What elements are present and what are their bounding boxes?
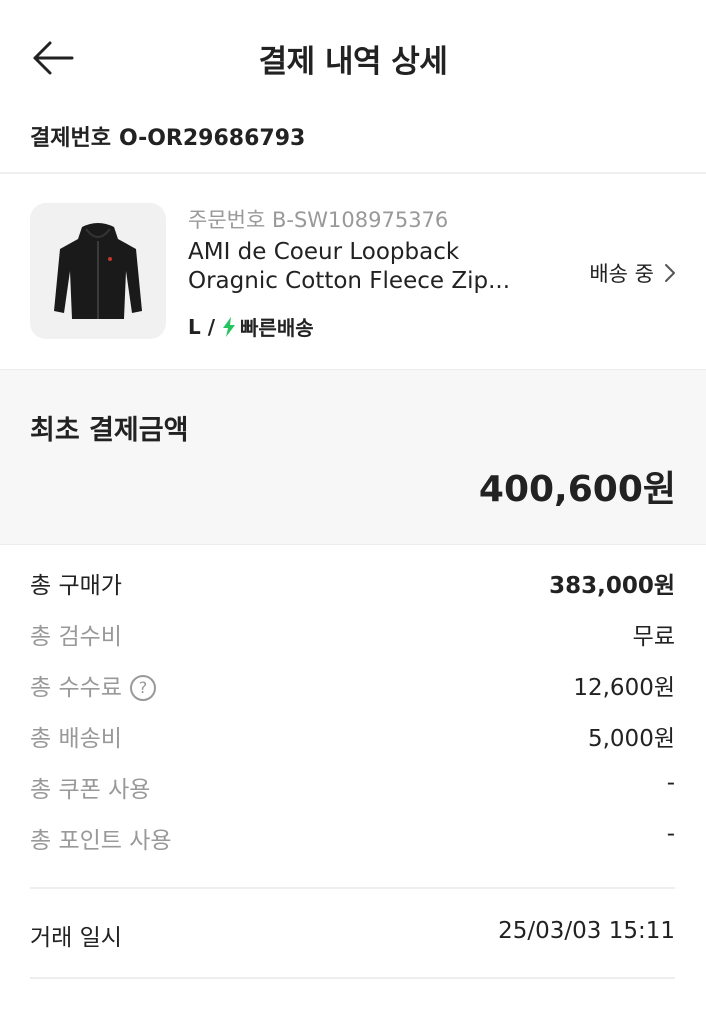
breakdown-row: 총 쿠폰 사용 -	[30, 770, 675, 821]
delivery-status-label: 배송 중	[589, 262, 654, 286]
divider	[30, 887, 675, 889]
breakdown-row: 총 수수료? 12,600원	[30, 668, 675, 719]
product-card[interactable]: 주문번호 B-SW108975376 AMI de Coeur Loopback…	[0, 174, 706, 369]
breakdown-label: 총 구매가	[30, 573, 122, 599]
product-name-line2: Oragnic Cotton Fleece Zip...	[188, 268, 511, 294]
order-number: 주문번호 B-SW108975376	[188, 208, 449, 232]
breakdown-label: 총 쿠폰 사용	[30, 777, 151, 803]
price-breakdown: 총 구매가 383,000원 총 검수비 무료 총 수수료? 12,600원 총…	[30, 566, 675, 872]
initial-payment-section: 최초 결제금액 400,600원	[0, 369, 706, 545]
breakdown-value: 무료	[632, 624, 675, 650]
breakdown-row: 총 배송비 5,000원	[30, 719, 675, 770]
payment-number-label: 결제번호	[30, 126, 111, 151]
product-name-line1: AMI de Coeur Loopback	[188, 239, 460, 265]
lightning-icon	[221, 316, 237, 337]
page-title: 결제 내역 상세	[258, 44, 448, 80]
breakdown-value: -	[666, 821, 675, 847]
breakdown-row: 총 구매가 383,000원	[30, 566, 675, 617]
initial-payment-label: 최초 결제금액	[30, 415, 189, 446]
breakdown-label: 총 배송비	[30, 726, 122, 752]
breakdown-label-with-help: 총 수수료?	[30, 668, 156, 702]
transaction-datetime: 25/03/03 15:11	[498, 918, 675, 944]
breakdown-label: 총 검수비	[30, 624, 122, 650]
product-name: AMI de Coeur Loopback Oragnic Cotton Fle…	[188, 238, 548, 296]
breakdown-value: 383,000원	[549, 573, 675, 599]
breakdown-label: 총 수수료	[30, 675, 122, 701]
payment-number: 결제번호 O-OR29686793	[30, 120, 305, 152]
hoodie-image-icon	[54, 223, 142, 319]
product-thumbnail	[30, 203, 166, 339]
chevron-right-icon	[665, 264, 675, 282]
breakdown-row: 총 포인트 사용 -	[30, 821, 675, 872]
breakdown-value: 5,000원	[587, 726, 675, 752]
transaction-label: 거래 일시	[30, 925, 122, 951]
delivery-type: 빠른배송	[240, 316, 314, 340]
payment-number-value: O-OR29686793	[118, 126, 306, 151]
header: 결제 내역 상세	[0, 0, 706, 116]
help-question-icon[interactable]: ?	[129, 675, 156, 701]
delivery-status[interactable]: 배송 중	[589, 258, 676, 288]
product-option: L / 빠른배송	[188, 312, 314, 341]
breakdown-value: -	[666, 770, 675, 796]
initial-payment-amount: 400,600원	[478, 469, 676, 510]
breakdown-label: 총 포인트 사용	[30, 828, 172, 854]
breakdown-row: 총 검수비 무료	[30, 617, 675, 668]
breakdown-value: 12,600원	[573, 675, 675, 701]
size-label: L /	[188, 314, 216, 339]
divider	[30, 977, 675, 979]
